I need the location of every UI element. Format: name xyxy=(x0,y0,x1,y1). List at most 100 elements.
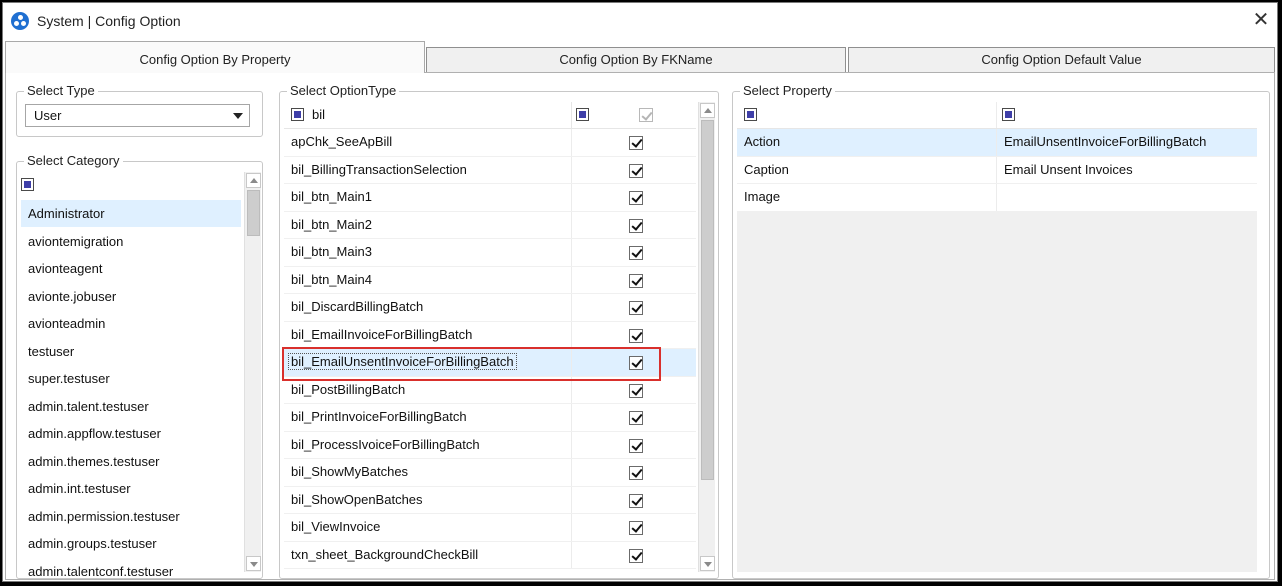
optiontype-row[interactable]: apChk_SeeApBill xyxy=(284,129,696,157)
check-all-checkbox[interactable] xyxy=(639,108,653,122)
app-logo-icon xyxy=(11,12,29,30)
optiontype-enabled-checkbox[interactable] xyxy=(629,328,643,343)
optiontype-row[interactable]: bil_PostBillingBatch xyxy=(284,376,696,404)
property-row[interactable]: Action EmailUnsentInvoiceForBillingBatch xyxy=(737,129,1257,157)
optiontype-enabled-checkbox[interactable] xyxy=(629,493,643,508)
tab-strip: Config Option By Property Config Option … xyxy=(3,41,1277,73)
category-list-item[interactable]: testuser xyxy=(21,338,241,365)
optiontype-row[interactable]: bil_PrintInvoiceForBillingBatch xyxy=(284,404,696,432)
optiontype-row[interactable]: bil_EmailUnsentInvoiceForBillingBatch xyxy=(284,349,696,377)
property-key: Image xyxy=(744,189,781,204)
optiontype-enabled-checkbox[interactable] xyxy=(629,191,643,205)
optiontype-name: apChk_SeeApBill xyxy=(291,134,393,149)
tab-content: Select Type User Select Category Adminis… xyxy=(5,72,1275,580)
optiontype-row[interactable]: bil_btn_Main3 xyxy=(284,239,696,267)
optiontype-enabled-checkbox[interactable] xyxy=(629,521,643,535)
scroll-thumb[interactable] xyxy=(701,120,714,480)
optiontype-enabled-checkbox[interactable] xyxy=(629,411,643,425)
optiontype-row[interactable]: bil_EmailInvoiceForBillingBatch xyxy=(284,321,696,349)
filter-row-icon[interactable] xyxy=(291,108,304,121)
category-list-item[interactable]: super.testuser xyxy=(21,365,241,393)
optiontype-row[interactable]: bil_btn_Main2 xyxy=(284,211,696,239)
optiontype-name: bil_btn_Main1 xyxy=(291,189,372,204)
category-list-item[interactable]: admin.appflow.testuser xyxy=(21,420,241,448)
optiontype-scrollbar[interactable] xyxy=(698,102,715,572)
optiontype-name: bil_EmailInvoiceForBillingBatch xyxy=(291,326,473,342)
title-bar: System | Config Option ✕ xyxy=(3,3,1277,41)
scroll-up-icon[interactable] xyxy=(246,173,261,188)
optiontype-row[interactable]: bil_ShowMyBatches xyxy=(284,459,696,487)
category-list-item[interactable]: aviontemigration xyxy=(21,228,241,255)
window-title: System | Config Option xyxy=(37,13,181,29)
category-list-item[interactable]: Administrator xyxy=(21,200,241,228)
property-value[interactable]: Email Unsent Invoices xyxy=(1004,162,1133,177)
category-list-item[interactable]: admin.talentconf.testuser xyxy=(21,558,241,582)
optiontype-enabled-checkbox[interactable] xyxy=(629,438,643,453)
select-category-group: Select Category Administrator aviontemigr… xyxy=(16,153,263,582)
tab-config-option-by-property[interactable]: Config Option By Property xyxy=(5,41,425,73)
optiontype-row[interactable]: bil_ProcessIvoiceForBillingBatch xyxy=(284,431,696,459)
optiontype-row[interactable]: bil_btn_Main4 xyxy=(284,266,696,294)
optiontype-name: bil_btn_Main2 xyxy=(291,216,372,232)
optiontype-name: bil_DiscardBillingBatch xyxy=(291,299,424,314)
user-type-value: User xyxy=(34,108,62,123)
optiontype-name: txn_sheet_BackgroundCheckBill xyxy=(291,546,479,562)
optiontype-enabled-checkbox[interactable] xyxy=(629,548,643,563)
optiontype-row[interactable]: bil_btn_Main1 xyxy=(284,184,696,212)
optiontype-filter-text[interactable]: bil xyxy=(312,107,325,122)
tab-config-option-default-value[interactable]: Config Option Default Value xyxy=(848,47,1275,73)
property-grid-header xyxy=(737,102,1257,129)
optiontype-name: bil_ShowMyBatches xyxy=(291,464,409,479)
select-all-categories-icon[interactable] xyxy=(21,178,34,192)
scroll-down-icon[interactable] xyxy=(700,556,715,571)
dropdown-arrow-icon[interactable] xyxy=(233,113,243,119)
scroll-thumb[interactable] xyxy=(247,190,260,236)
optiontype-name: bil_PrintInvoiceForBillingBatch xyxy=(291,409,467,424)
property-row[interactable]: Caption Email Unsent Invoices xyxy=(737,156,1257,184)
user-type-dropdown[interactable]: User xyxy=(25,104,250,127)
optiontype-name: bil_PostBillingBatch xyxy=(291,381,406,397)
close-button[interactable]: ✕ xyxy=(1249,9,1273,33)
optiontype-row[interactable]: bil_DiscardBillingBatch xyxy=(284,294,696,322)
category-list-item[interactable]: admin.int.testuser xyxy=(21,475,241,503)
optiontype-row[interactable]: bil_BillingTransactionSelection xyxy=(284,156,696,184)
property-key: Caption xyxy=(744,161,789,177)
optiontype-enabled-checkbox[interactable] xyxy=(629,163,643,178)
category-list-item[interactable]: admin.permission.testuser xyxy=(21,503,241,530)
select-property-label: Select Property xyxy=(740,83,835,99)
check-column-filter-icon[interactable] xyxy=(576,108,589,121)
category-list: Administrator aviontemigration avionteagen… xyxy=(21,200,241,582)
optiontype-name: bil_ShowOpenBatches xyxy=(291,491,423,507)
property-key-filter-icon[interactable] xyxy=(744,108,757,121)
scroll-down-icon[interactable] xyxy=(246,556,261,571)
optiontype-row[interactable]: bil_ShowOpenBatches xyxy=(284,486,696,514)
optiontype-enabled-checkbox[interactable] xyxy=(629,273,643,288)
category-list-item[interactable]: avionte.jobuser xyxy=(21,283,241,310)
property-rows: Action EmailUnsentInvoiceForBillingBatch C… xyxy=(737,129,1257,212)
category-list-item[interactable]: admin.groups.testuser xyxy=(21,530,241,558)
optiontype-enabled-checkbox[interactable] xyxy=(629,466,643,480)
optiontype-enabled-checkbox[interactable] xyxy=(629,383,643,398)
category-list-item[interactable]: avionteagent xyxy=(21,255,241,283)
optiontype-enabled-checkbox[interactable] xyxy=(629,301,643,315)
property-value[interactable]: EmailUnsentInvoiceForBillingBatch xyxy=(1004,134,1206,149)
tab-config-option-by-fkname[interactable]: Config Option By FKName xyxy=(426,47,846,73)
category-list-item[interactable]: avionteadmin xyxy=(21,310,241,338)
category-list-item[interactable]: admin.talent.testuser xyxy=(21,393,241,420)
category-list-item[interactable]: admin.themes.testuser xyxy=(21,448,241,475)
optiontype-row[interactable]: bil_ViewInvoice xyxy=(284,514,696,542)
optiontype-grid: bil apChk_SeeApBill bil_BillingTransactio… xyxy=(284,102,696,569)
property-value-filter-icon[interactable] xyxy=(1002,108,1015,121)
scroll-up-icon[interactable] xyxy=(700,103,715,118)
category-scrollbar[interactable] xyxy=(244,172,261,572)
optiontype-enabled-checkbox[interactable] xyxy=(629,218,643,233)
optiontype-name: bil_ViewInvoice xyxy=(291,519,381,534)
property-row[interactable]: Image xyxy=(737,184,1257,212)
select-category-label: Select Category xyxy=(24,153,123,169)
optiontype-row[interactable]: txn_sheet_BackgroundCheckBill xyxy=(284,541,696,569)
optiontype-enabled-checkbox[interactable] xyxy=(629,136,643,150)
optiontype-enabled-checkbox[interactable] xyxy=(629,246,643,260)
select-property-group: Select Property Action EmailUnsentInvoice… xyxy=(732,83,1270,579)
select-optiontype-label: Select OptionType xyxy=(287,83,400,99)
optiontype-enabled-checkbox[interactable] xyxy=(629,356,643,370)
